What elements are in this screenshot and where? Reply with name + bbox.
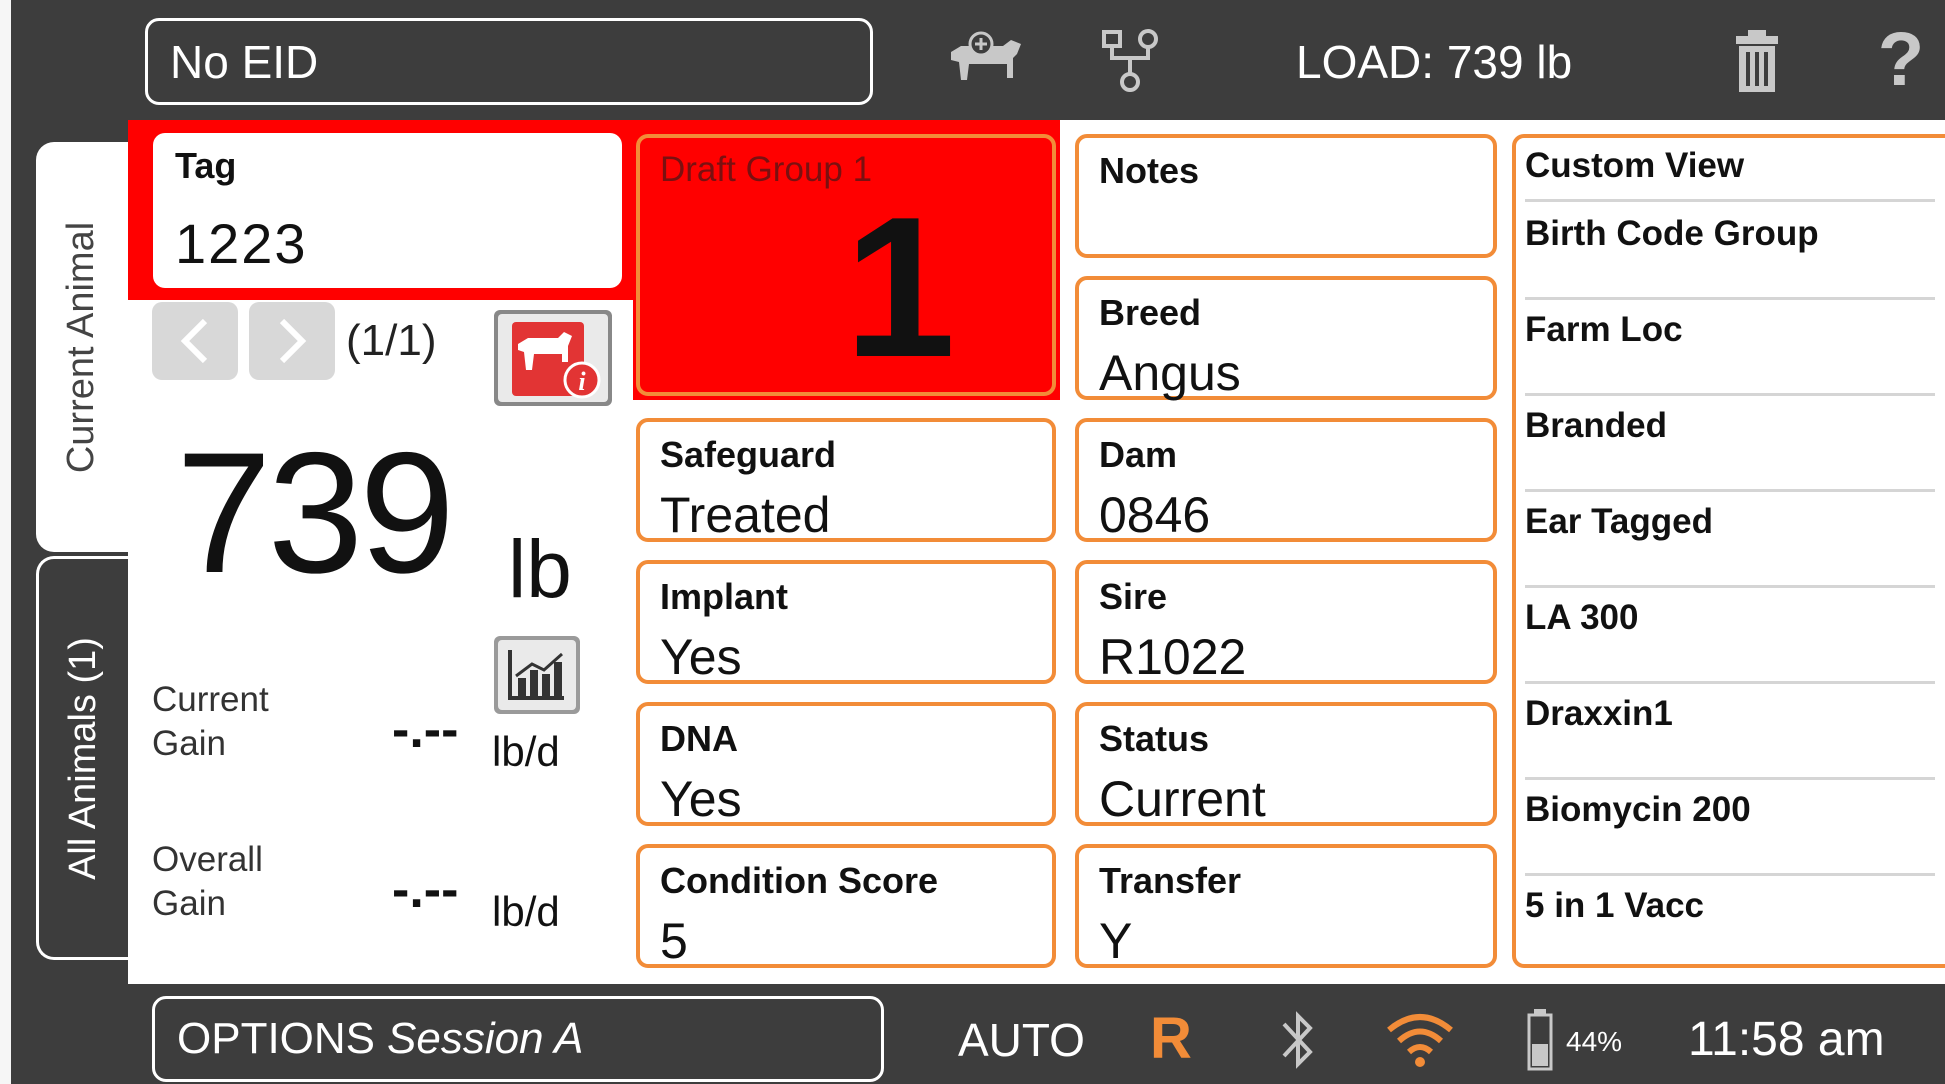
notes-label: Notes xyxy=(1099,150,1200,191)
wifi-icon xyxy=(1385,1010,1455,1070)
dam-card[interactable]: Dam 0846 xyxy=(1075,418,1497,543)
session-label: Session A xyxy=(387,1014,584,1063)
previous-button[interactable] xyxy=(152,302,238,380)
safeguard-label: Safeguard xyxy=(660,434,837,475)
tag-field[interactable]: Tag 1223 xyxy=(153,133,622,288)
current-gain-label: Current Gain xyxy=(152,678,332,768)
draft-group-card[interactable]: Draft Group 1 1 xyxy=(636,134,1056,399)
implant-card[interactable]: Implant Yes xyxy=(636,560,1056,685)
tab-all-animals[interactable]: All Animals (1) xyxy=(36,556,128,960)
options-button[interactable]: OPTIONS Session A xyxy=(152,996,884,1082)
animal-info-icon: i xyxy=(498,314,608,402)
tab-current-animal-label: Current Animal xyxy=(60,221,103,473)
transfer-label: Transfer xyxy=(1099,860,1242,901)
dam-label: Dam xyxy=(1099,434,1178,475)
implant-value: Yes xyxy=(660,629,742,685)
animal-position: (1/1) xyxy=(346,316,437,365)
battery-level: 44% xyxy=(1566,1026,1623,1057)
current-gain-value: -.-- xyxy=(392,701,459,759)
condition-score-card[interactable]: Condition Score 5 xyxy=(636,844,1056,969)
custom-view-item[interactable]: 5 in 1 Vacc xyxy=(1525,876,1935,972)
custom-view-item[interactable]: Farm Loc xyxy=(1525,300,1935,396)
chevron-right-icon xyxy=(279,318,307,364)
transfer-card[interactable]: Transfer Y xyxy=(1075,844,1497,969)
sire-label: Sire xyxy=(1099,576,1168,617)
tab-current-animal[interactable]: Current Animal xyxy=(36,142,128,552)
animal-info-button[interactable]: i xyxy=(494,310,612,406)
next-button[interactable] xyxy=(249,302,335,380)
battery-icon xyxy=(1526,1008,1554,1072)
mode-label: AUTO xyxy=(958,1014,1085,1066)
overall-gain-label: Overall Gain xyxy=(152,838,332,928)
custom-view-item[interactable]: Draxxin1 xyxy=(1525,684,1935,780)
custom-view-item[interactable]: Birth Code Group xyxy=(1525,204,1935,300)
help-icon[interactable]: ? xyxy=(1876,22,1926,98)
chart-button[interactable] xyxy=(494,636,580,714)
notes-card[interactable]: Notes xyxy=(1075,134,1497,258)
custom-view-item[interactable]: Ear Tagged xyxy=(1525,492,1935,588)
custom-view-item[interactable]: Biomycin 200 xyxy=(1525,780,1935,876)
custom-view-title: Custom View xyxy=(1525,146,1935,202)
dam-value: 0846 xyxy=(1099,487,1211,543)
weight-value: 739 xyxy=(176,417,455,609)
svg-text:i: i xyxy=(578,367,586,396)
tag-value: 1223 xyxy=(175,212,308,275)
load-label: LOAD: 739 lb xyxy=(1296,36,1573,88)
network-icon[interactable] xyxy=(1100,28,1164,94)
app-screen: No EID LOAD: 739 lb ? Current Animal All… xyxy=(0,0,1945,1084)
dna-label: DNA xyxy=(660,718,738,759)
status-card[interactable]: Status Current xyxy=(1075,702,1497,827)
sire-card[interactable]: Sire R1022 xyxy=(1075,560,1497,685)
overall-gain-unit: lb/d xyxy=(492,888,560,935)
r-indicator: R xyxy=(1150,1006,1192,1071)
dna-card[interactable]: DNA Yes xyxy=(636,702,1056,827)
breed-card[interactable]: Breed Angus xyxy=(1075,276,1497,401)
options-label: OPTIONS xyxy=(177,1014,376,1063)
tab-all-animals-label: All Animals (1) xyxy=(62,636,104,880)
transfer-value: Y xyxy=(1099,913,1133,969)
cow-add-icon[interactable] xyxy=(945,30,1025,90)
condition-score-label: Condition Score xyxy=(660,860,938,901)
tag-label: Tag xyxy=(175,145,237,186)
condition-score-value: 5 xyxy=(660,913,688,969)
current-gain-unit: lb/d xyxy=(492,728,560,775)
current-gain-label-line2: Gain xyxy=(152,724,226,763)
overall-gain-value: -.-- xyxy=(392,861,459,919)
chart-icon xyxy=(498,640,576,710)
status-label: Status xyxy=(1099,718,1210,759)
trash-icon[interactable] xyxy=(1734,28,1780,94)
current-gain-label-line1: Current xyxy=(152,680,269,719)
dna-value: Yes xyxy=(660,771,742,827)
breed-value: Angus xyxy=(1099,345,1241,401)
custom-view-item[interactable]: Branded xyxy=(1525,396,1935,492)
bluetooth-icon xyxy=(1278,1006,1318,1074)
eid-field[interactable]: No EID xyxy=(145,18,873,105)
safeguard-value: Treated xyxy=(660,487,831,543)
sire-value: R1022 xyxy=(1099,629,1247,685)
status-value: Current xyxy=(1099,771,1266,827)
weight-unit: lb xyxy=(508,524,572,615)
draft-group-value: 1 xyxy=(844,176,956,399)
implant-label: Implant xyxy=(660,576,789,617)
safeguard-card[interactable]: Safeguard Treated xyxy=(636,418,1056,543)
clock: 11:58 am xyxy=(1688,1012,1885,1066)
chevron-left-icon xyxy=(180,318,208,364)
custom-view-item[interactable]: LA 300 xyxy=(1525,588,1935,684)
overall-gain-label-line2: Gain xyxy=(152,884,226,923)
overall-gain-label-line1: Overall xyxy=(152,840,263,879)
breed-label: Breed xyxy=(1099,292,1202,333)
eid-field-text: No EID xyxy=(170,35,319,88)
